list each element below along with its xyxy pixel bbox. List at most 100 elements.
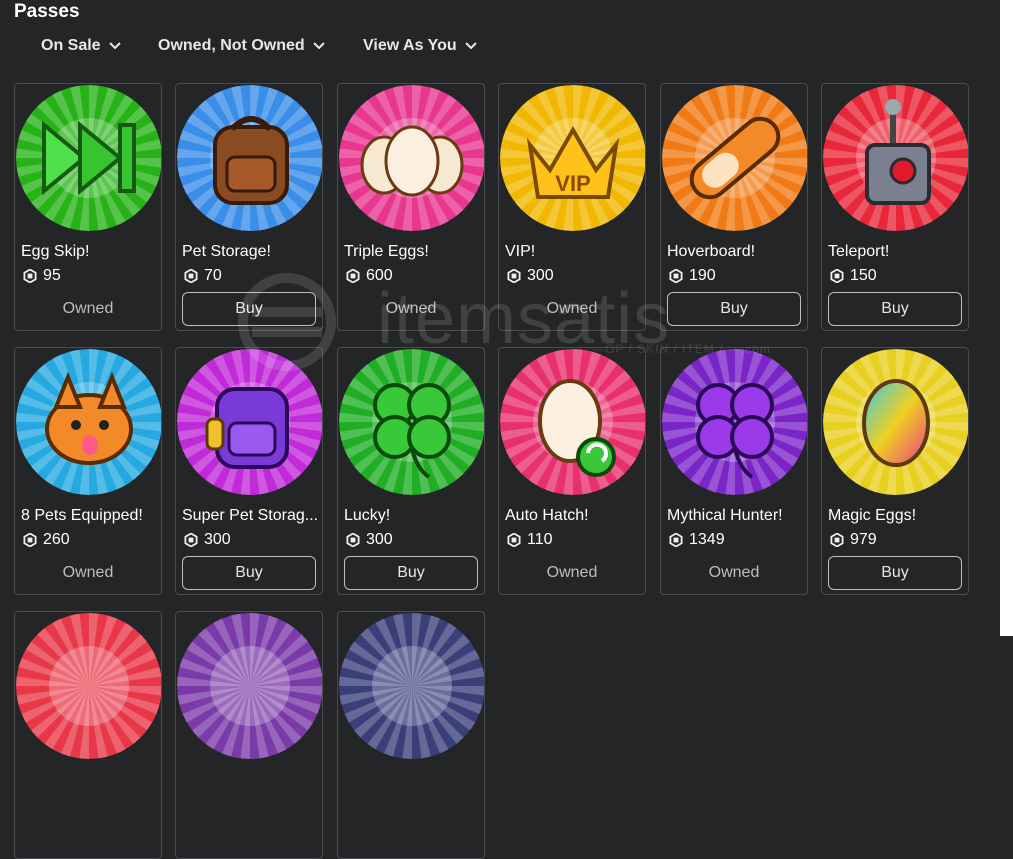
pass-thumbnail[interactable] — [177, 613, 322, 759]
price-value: 600 — [366, 267, 393, 284]
robux-icon — [184, 533, 198, 547]
hoverboard-icon — [662, 85, 807, 231]
triple-eggs-icon — [339, 85, 484, 231]
robux-icon — [23, 533, 37, 547]
pass-card[interactable]: Auto Hatch! 110 Owned — [498, 347, 646, 595]
pass-name[interactable]: Hoverboard! — [667, 243, 805, 261]
buy-button[interactable]: Buy — [182, 292, 316, 326]
auto-hatch-egg-icon — [500, 349, 645, 495]
pass-card[interactable]: Triple Eggs! 600 Owned — [337, 83, 485, 331]
pass-price: 979 — [830, 531, 877, 549]
robux-icon — [507, 533, 521, 547]
price-value: 260 — [43, 531, 70, 548]
partial-pass-icon — [339, 613, 484, 759]
pass-thumbnail[interactable] — [662, 85, 807, 231]
pass-name[interactable]: Magic Eggs! — [828, 507, 966, 525]
robux-icon — [346, 269, 360, 283]
pass-thumbnail[interactable] — [177, 349, 322, 495]
buy-button[interactable]: Buy — [182, 556, 316, 590]
buy-button[interactable]: Buy — [828, 292, 962, 326]
pass-thumbnail[interactable] — [339, 613, 484, 759]
pass-thumbnail[interactable] — [177, 85, 322, 231]
pass-card[interactable]: VIP VIP! 300 Owned — [498, 83, 646, 331]
price-value: 1349 — [689, 531, 725, 548]
vip-crown-icon: VIP — [500, 85, 645, 231]
owned-label: Owned — [708, 564, 760, 581]
page-title: Passes — [14, 1, 80, 22]
chevron-down-icon — [108, 42, 121, 50]
filter-on-sale[interactable]: On Sale — [41, 37, 121, 55]
pass-name[interactable]: Pet Storage! — [182, 243, 320, 261]
pass-price: 300 — [346, 531, 393, 549]
buy-button[interactable]: Buy — [667, 292, 801, 326]
owned-label: Owned — [385, 300, 437, 317]
pass-name[interactable]: Egg Skip! — [21, 243, 159, 261]
chevron-down-icon — [464, 42, 477, 50]
price-value: 979 — [850, 531, 877, 548]
pass-price: 300 — [184, 531, 231, 549]
pass-thumbnail[interactable] — [339, 349, 484, 495]
robux-icon — [184, 269, 198, 283]
teleport-remote-icon — [823, 85, 968, 231]
price-value: 70 — [204, 267, 222, 284]
magic-egg-icon — [823, 349, 968, 495]
robux-icon — [830, 533, 844, 547]
scrollbar[interactable] — [1000, 0, 1013, 636]
robux-icon — [830, 269, 844, 283]
pass-thumbnail[interactable] — [500, 349, 645, 495]
price-value: 95 — [43, 267, 61, 284]
pass-price: 150 — [830, 267, 877, 285]
pass-card-partial[interactable] — [14, 611, 162, 859]
pass-card[interactable]: Hoverboard! 190 Buy — [660, 83, 808, 331]
pass-card[interactable]: Super Pet Storag... 300 Buy — [175, 347, 323, 595]
mythical-clover-icon — [662, 349, 807, 495]
filter-label: Owned, Not Owned — [158, 37, 305, 54]
pass-price: 300 — [507, 267, 554, 285]
pass-name[interactable]: Lucky! — [344, 507, 482, 525]
partial-pass-icon — [177, 613, 322, 759]
pass-card[interactable]: Magic Eggs! 979 Buy — [821, 347, 969, 595]
pass-name[interactable]: Triple Eggs! — [344, 243, 482, 261]
pass-name[interactable]: Teleport! — [828, 243, 966, 261]
fast-forward-icon — [16, 85, 161, 231]
pass-card[interactable]: Egg Skip! 95 Owned — [14, 83, 162, 331]
buy-button[interactable]: Buy — [828, 556, 962, 590]
pass-card-partial[interactable] — [337, 611, 485, 859]
price-value: 150 — [850, 267, 877, 284]
filter-view-as[interactable]: View As You — [363, 37, 477, 55]
pass-thumbnail[interactable]: VIP — [500, 85, 645, 231]
pass-card[interactable]: Mythical Hunter! 1349 Owned — [660, 347, 808, 595]
pass-name[interactable]: Auto Hatch! — [505, 507, 643, 525]
svg-text:VIP: VIP — [555, 171, 590, 196]
pass-price: 260 — [23, 531, 70, 549]
pass-name[interactable]: Super Pet Storag... — [182, 507, 320, 525]
pass-card[interactable]: Teleport! 150 Buy — [821, 83, 969, 331]
filter-label: On Sale — [41, 37, 101, 54]
price-value: 300 — [204, 531, 231, 548]
pass-price: 600 — [346, 267, 393, 285]
pass-thumbnail[interactable] — [339, 85, 484, 231]
filter-ownership[interactable]: Owned, Not Owned — [158, 37, 325, 55]
robux-icon — [23, 269, 37, 283]
pass-price: 110 — [507, 531, 553, 549]
pass-card[interactable]: Lucky! 300 Buy — [337, 347, 485, 595]
price-value: 300 — [527, 267, 554, 284]
pass-card-partial[interactable] — [175, 611, 323, 859]
pass-card[interactable]: 8 Pets Equipped! 260 Owned — [14, 347, 162, 595]
pass-thumbnail[interactable] — [16, 85, 161, 231]
pass-thumbnail[interactable] — [662, 349, 807, 495]
pass-thumbnail[interactable] — [16, 349, 161, 495]
pass-name[interactable]: Mythical Hunter! — [667, 507, 805, 525]
dog-pet-icon — [16, 349, 161, 495]
pass-thumbnail[interactable] — [16, 613, 161, 759]
owned-label: Owned — [62, 564, 114, 581]
pass-name[interactable]: VIP! — [505, 243, 643, 261]
pass-thumbnail[interactable] — [823, 349, 968, 495]
price-value: 190 — [689, 267, 716, 284]
robux-icon — [507, 269, 521, 283]
buy-button[interactable]: Buy — [344, 556, 478, 590]
pass-card[interactable]: Pet Storage! 70 Buy — [175, 83, 323, 331]
pass-thumbnail[interactable] — [823, 85, 968, 231]
owned-label: Owned — [546, 300, 598, 317]
pass-name[interactable]: 8 Pets Equipped! — [21, 507, 159, 525]
